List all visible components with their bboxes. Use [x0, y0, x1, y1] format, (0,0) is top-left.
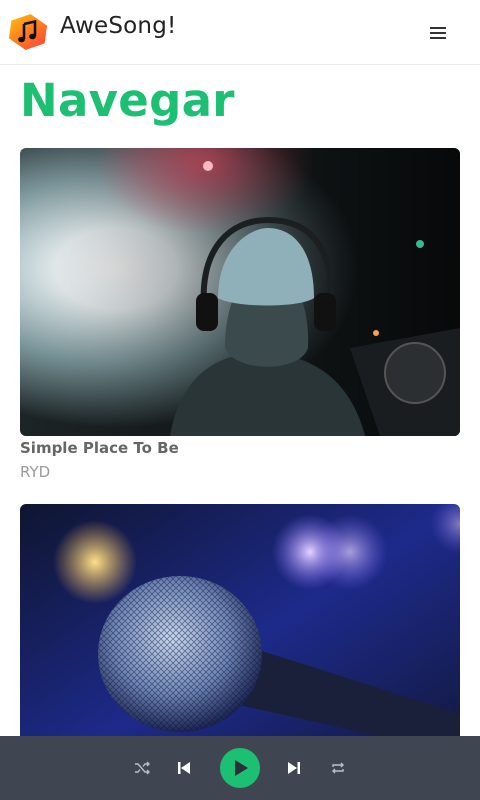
app-title[interactable]: AweSong! — [60, 13, 176, 39]
shuffle-icon[interactable] — [134, 760, 150, 776]
hamburger-menu-icon[interactable] — [428, 24, 448, 42]
previous-icon[interactable] — [176, 759, 192, 777]
play-button[interactable] — [220, 748, 260, 788]
song-card[interactable]: Simple Place To Be RYD — [20, 148, 460, 481]
next-icon[interactable] — [286, 759, 302, 777]
song-artist[interactable]: RYD — [20, 463, 460, 481]
song-cover-image[interactable] — [20, 148, 460, 436]
page-title: Navegar — [20, 74, 235, 127]
top-bar: AweSong! — [0, 0, 480, 65]
song-title[interactable]: Simple Place To Be — [20, 439, 460, 457]
repeat-icon[interactable] — [330, 760, 346, 776]
app-logo-icon[interactable] — [8, 13, 48, 51]
